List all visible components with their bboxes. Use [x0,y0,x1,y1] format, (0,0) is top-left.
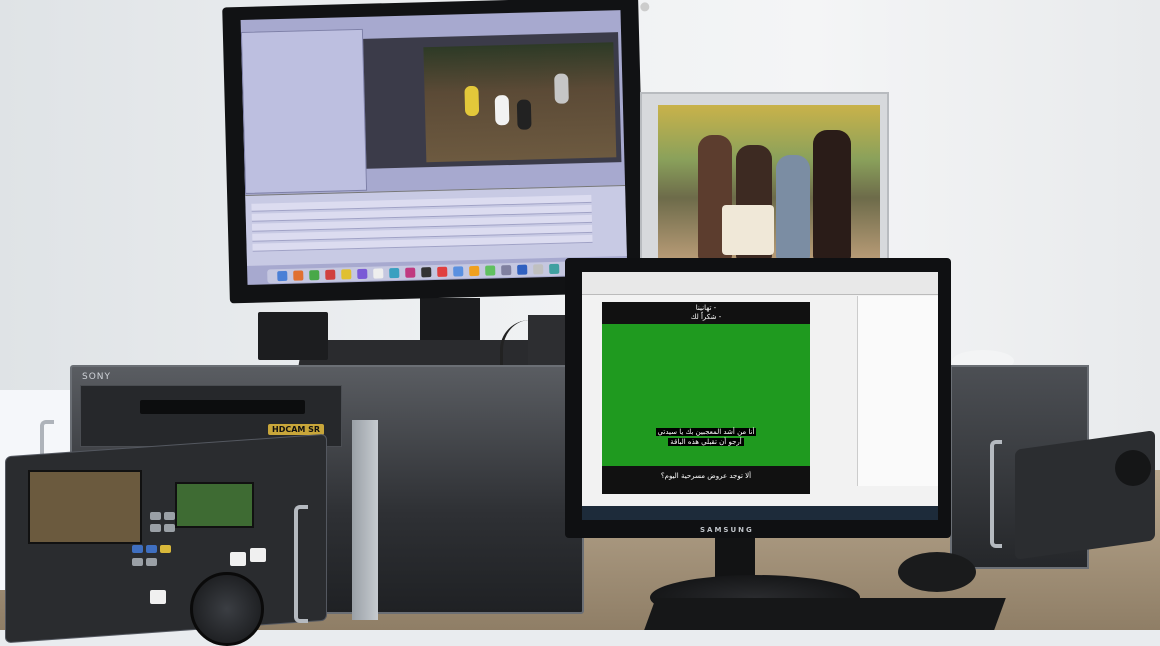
media-browser-panel [240,28,368,194]
controller-button[interactable] [146,545,157,553]
controller-button[interactable] [160,545,171,553]
controller-status-display [175,482,254,528]
player-figure [494,95,510,126]
subtitle-line: شكراً لك - [690,313,722,321]
controller-button[interactable] [150,524,161,532]
player-figure [464,85,480,117]
controller-button[interactable] [164,512,175,520]
hp-monitor-stand [420,298,480,343]
subtitle-list-panel [857,296,938,486]
player-figure [554,73,569,104]
controller-button[interactable] [132,558,143,566]
speaker [258,312,328,360]
black-mouse[interactable] [898,552,976,592]
dock-app-icon [453,266,464,277]
right-jog-dial[interactable] [1115,450,1151,486]
green-screen-frame: أنا من أشد المعجبين بك يا سيدتي أرجو أن … [602,324,810,466]
dock-app-icon [549,263,560,275]
birthday-cake [722,205,774,255]
controller-lcd [28,470,142,544]
dock-app-icon [517,264,528,275]
tape-slot [140,400,305,414]
keyboard[interactable] [644,598,1006,630]
controller-button[interactable] [164,524,175,532]
windows-taskbar [582,506,938,520]
subtitle-line: أرجو أن تقبلي هذه الباقة [668,438,744,446]
subtitle-line: أنا من أشد المعجبين بك يا سيدتي [655,428,757,436]
format-badge: HDCAM SR [268,424,325,435]
controller-button[interactable] [150,590,166,604]
dock-app-icon [469,265,480,277]
player-figure [516,99,532,130]
girl-figure [813,130,851,260]
timeline-panel [245,185,627,266]
dock-app-icon [309,270,320,281]
subtitle-toolbar [582,272,938,295]
boy-figure [776,155,810,260]
subtitle-line: تهانينا - [695,304,717,312]
subtitle-line: ألا توجد عروض مسرحية اليوم؟ [660,472,752,480]
dock-app-icon [421,267,432,278]
controller-button[interactable] [230,552,246,566]
controller-button[interactable] [150,512,161,520]
controller-button[interactable] [132,545,143,553]
subtitle-software-screen: تهانينا - شكراً لك - أنا من أشد المعجبين… [582,272,938,520]
video-viewer-panel [363,32,622,169]
dock-app-icon [277,270,288,282]
deck-brand-label: SONY [82,372,112,382]
football-video-frame [423,42,617,163]
deck-handle [990,440,1002,548]
rack-ear [352,420,378,620]
dock-app-icon [341,269,352,280]
dock-app-icon [437,266,448,277]
dock-app-icon [533,264,544,275]
dock-app-icon [485,265,496,276]
dock-app-icon [357,268,368,280]
controller-button[interactable] [146,558,157,566]
samsung-logo: SAMSUNG [700,526,754,534]
subtitle-video-preview: تهانينا - شكراً لك - أنا من أشد المعجبين… [602,302,810,494]
dock-app-icon [389,267,400,279]
dock-app-icon [501,265,512,276]
dock-app-icon [325,269,336,280]
controller-button[interactable] [250,548,266,562]
jog-shuttle-dial[interactable] [190,572,264,646]
dock-app-icon [405,267,416,278]
dock-app-icon [373,268,384,279]
deck-handle [294,505,308,623]
editing-software-screen [240,10,628,285]
dock-app-icon [293,270,304,281]
